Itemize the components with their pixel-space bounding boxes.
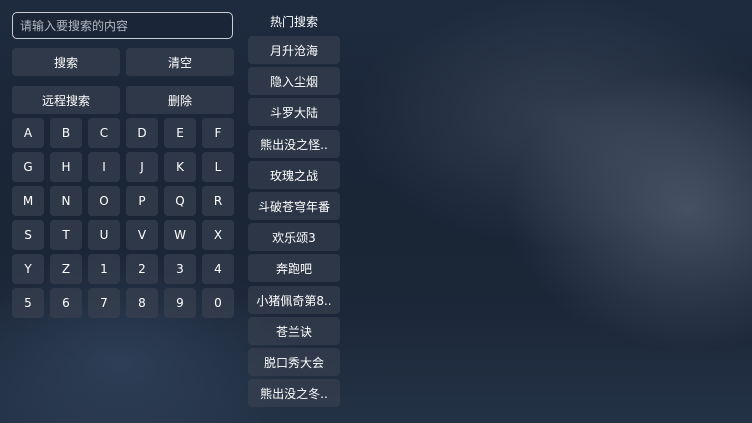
hot-search-item[interactable]: 奔跑吧 bbox=[248, 254, 340, 282]
key-d[interactable]: D bbox=[126, 118, 158, 148]
key-t[interactable]: T bbox=[50, 220, 82, 250]
key-v[interactable]: V bbox=[126, 220, 158, 250]
key-q[interactable]: Q bbox=[164, 186, 196, 216]
key-a[interactable]: A bbox=[12, 118, 44, 148]
key-s[interactable]: S bbox=[12, 220, 44, 250]
key-l[interactable]: L bbox=[202, 152, 234, 182]
key-w[interactable]: W bbox=[164, 220, 196, 250]
key-k[interactable]: K bbox=[164, 152, 196, 182]
key-p[interactable]: P bbox=[126, 186, 158, 216]
key-j[interactable]: J bbox=[126, 152, 158, 182]
on-screen-keyboard: ABCDEF GHIJKL MNOPQR STUVWX YZ1234 567890 bbox=[12, 118, 240, 318]
key-z[interactable]: Z bbox=[50, 254, 82, 284]
key-n[interactable]: N bbox=[50, 186, 82, 216]
key-9[interactable]: 9 bbox=[164, 288, 196, 318]
key-y[interactable]: Y bbox=[12, 254, 44, 284]
key-g[interactable]: G bbox=[12, 152, 44, 182]
search-field[interactable] bbox=[12, 12, 233, 39]
key-c[interactable]: C bbox=[88, 118, 120, 148]
hot-search-item[interactable]: 玫瑰之战 bbox=[248, 161, 340, 189]
key-i[interactable]: I bbox=[88, 152, 120, 182]
key-2[interactable]: 2 bbox=[126, 254, 158, 284]
key-f[interactable]: F bbox=[202, 118, 234, 148]
hot-search-item[interactable]: 脱口秀大会 bbox=[248, 348, 340, 376]
hot-search-item[interactable]: 斗破苍穹年番 bbox=[248, 192, 340, 220]
key-4[interactable]: 4 bbox=[202, 254, 234, 284]
key-e[interactable]: E bbox=[164, 118, 196, 148]
key-8[interactable]: 8 bbox=[126, 288, 158, 318]
hot-search-item[interactable]: 隐入尘烟 bbox=[248, 67, 340, 95]
hot-search-item[interactable]: 欢乐颂3 bbox=[248, 223, 340, 251]
hot-search-title: 热门搜索 bbox=[269, 14, 318, 29]
key-h[interactable]: H bbox=[50, 152, 82, 182]
hot-search-item[interactable]: 斗罗大陆 bbox=[248, 98, 340, 126]
key-u[interactable]: U bbox=[88, 220, 120, 250]
hot-search-item[interactable]: 苍兰诀 bbox=[248, 317, 340, 345]
key-6[interactable]: 6 bbox=[50, 288, 82, 318]
key-r[interactable]: R bbox=[202, 186, 234, 216]
delete-button[interactable]: 删除 bbox=[126, 86, 234, 114]
remote-search-button[interactable]: 远程搜索 bbox=[12, 86, 120, 114]
key-5[interactable]: 5 bbox=[12, 288, 44, 318]
hot-search-item[interactable]: 熊出没之怪.. bbox=[248, 130, 340, 158]
key-3[interactable]: 3 bbox=[164, 254, 196, 284]
key-1[interactable]: 1 bbox=[88, 254, 120, 284]
clear-button[interactable]: 清空 bbox=[126, 48, 234, 76]
key-7[interactable]: 7 bbox=[88, 288, 120, 318]
search-button[interactable]: 搜索 bbox=[12, 48, 120, 76]
key-o[interactable]: O bbox=[88, 186, 120, 216]
search-input[interactable] bbox=[20, 18, 225, 33]
hot-search-item[interactable]: 小猪佩奇第8.. bbox=[248, 286, 340, 314]
key-m[interactable]: M bbox=[12, 186, 44, 216]
hot-search-item[interactable]: 月升沧海 bbox=[248, 36, 340, 64]
hot-search-item[interactable]: 熊出没之冬.. bbox=[248, 379, 340, 407]
key-x[interactable]: X bbox=[202, 220, 234, 250]
key-b[interactable]: B bbox=[50, 118, 82, 148]
key-0[interactable]: 0 bbox=[202, 288, 234, 318]
